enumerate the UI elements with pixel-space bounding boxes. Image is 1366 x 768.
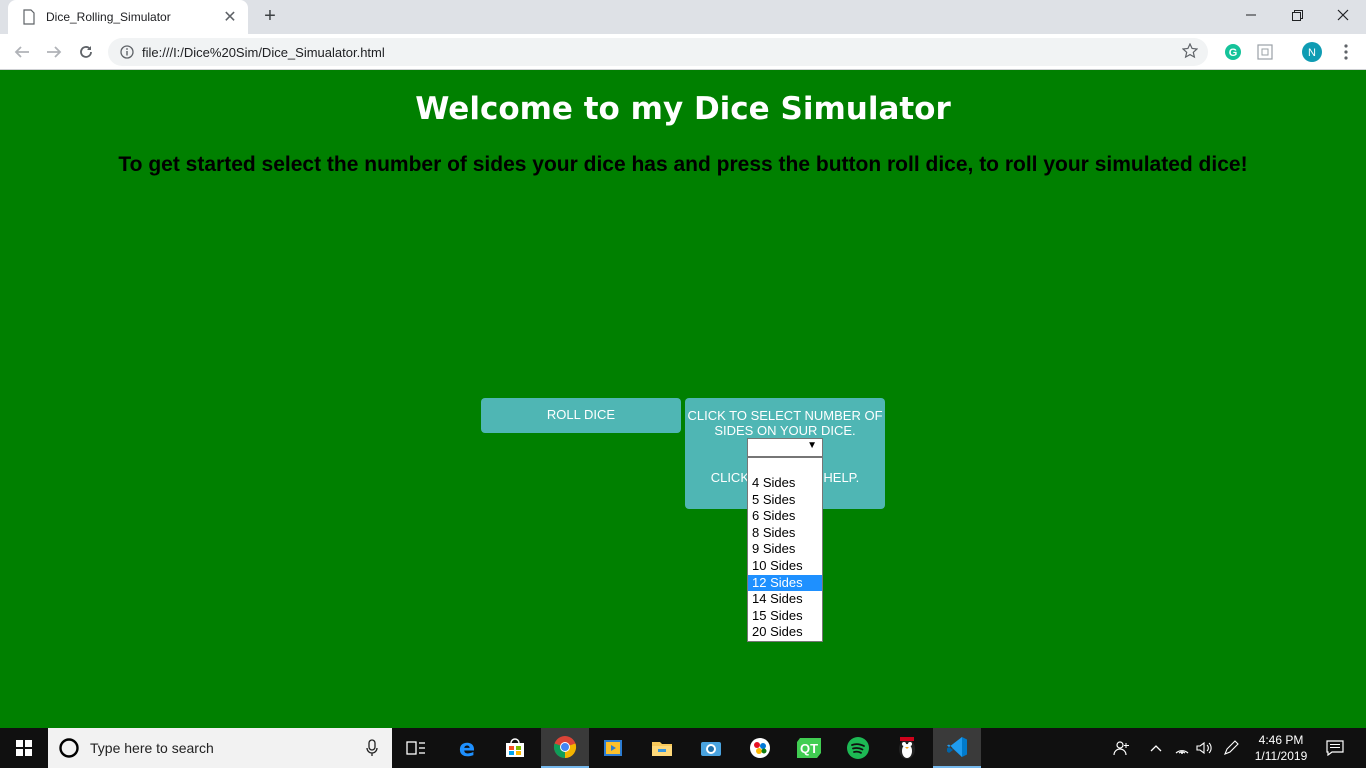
dropdown-option[interactable]: 8 Sides (748, 525, 822, 542)
svg-text:QT: QT (800, 741, 818, 756)
paint-3d-icon[interactable] (736, 728, 784, 768)
people-icon[interactable] (1110, 728, 1134, 768)
select-label: CLICK TO SELECT NUMBER OF SIDES ON YOUR … (687, 408, 883, 438)
task-view-icon[interactable] (392, 728, 440, 768)
reload-icon[interactable] (74, 40, 98, 64)
pen-workspace-icon[interactable] (1220, 728, 1242, 768)
extension-icon[interactable] (1255, 42, 1275, 62)
url-text: file:///I:/Dice%20Sim/Dice_Simualator.ht… (142, 44, 385, 60)
browser-tab[interactable]: Dice_Rolling_Simulator ✕ (8, 0, 248, 34)
dropdown-arrow-icon: ▼ (807, 440, 817, 451)
dropdown-option[interactable]: 4 Sides (748, 475, 822, 492)
page-title: Welcome to my Dice Simulator (415, 91, 951, 127)
vscode-icon[interactable] (933, 728, 981, 768)
dropdown-option[interactable]: 12 Sides (748, 574, 822, 592)
windows-start-icon[interactable] (0, 728, 48, 768)
dropdown-option[interactable]: 6 Sides (748, 508, 822, 525)
tab-strip: Dice_Rolling_Simulator ✕ + (0, 0, 1366, 34)
clock-time: 4:46 PM (1258, 733, 1304, 747)
svg-text:e: e (459, 737, 475, 759)
bookmark-star-icon[interactable] (1181, 42, 1199, 64)
document-icon (23, 9, 35, 25)
profile-avatar[interactable]: N (1302, 42, 1322, 62)
back-arrow-icon[interactable] (10, 40, 34, 64)
page-body: Welcome to my Dice Simulator To get star… (0, 71, 1366, 728)
roll-dice-button[interactable]: ROLL DICE (481, 398, 681, 433)
search-placeholder: Type here to search (90, 740, 214, 756)
store-icon[interactable] (491, 728, 539, 768)
show-hidden-icons-chevron-icon[interactable] (1146, 728, 1166, 768)
dropdown-option[interactable]: 14 Sides (748, 591, 822, 608)
address-bar[interactable]: file:///I:/Dice%20Sim/Dice_Simualator.ht… (108, 38, 1208, 66)
menu-dots-icon[interactable] (1336, 42, 1356, 62)
restore-icon[interactable] (1274, 0, 1320, 30)
close-tab-icon[interactable]: ✕ (222, 7, 238, 27)
clock-date: 1/11/2019 (1254, 749, 1308, 763)
new-tab-icon[interactable]: + (260, 6, 280, 26)
volume-icon[interactable] (1194, 728, 1216, 768)
dropdown-option[interactable]: 10 Sides (748, 558, 822, 575)
sides-dropdown[interactable]: ▼ (747, 438, 823, 457)
dropdown-option[interactable]: 20 Sides (748, 624, 822, 641)
forward-arrow-icon[interactable] (42, 40, 66, 64)
spotify-icon[interactable] (834, 728, 882, 768)
sides-dropdown-list[interactable]: 4 Sides 5 Sides 6 Sides 8 Sides 9 Sides 10 Si… (747, 457, 823, 642)
qt-creator-icon[interactable]: QT (785, 728, 833, 768)
file-explorer-icon[interactable] (638, 728, 686, 768)
tab-title: Dice_Rolling_Simulator (46, 10, 171, 24)
close-window-icon[interactable] (1320, 0, 1366, 30)
microphone-icon[interactable] (366, 739, 378, 757)
video-editor-icon[interactable] (589, 728, 637, 768)
page-subtitle: To get started select the number of side… (118, 153, 1248, 176)
grammarly-icon[interactable]: G (1223, 42, 1243, 62)
chrome-icon[interactable] (541, 728, 589, 768)
cortana-icon (59, 738, 79, 758)
info-icon[interactable] (120, 45, 134, 59)
taskbar: Type here to search e QT 4:46 PM 1/11/20… (0, 728, 1366, 768)
browser-toolbar: file:///I:/Dice%20Sim/Dice_Simualator.ht… (0, 34, 1366, 70)
action-center-icon[interactable] (1320, 728, 1350, 768)
dropdown-option[interactable]: 9 Sides (748, 541, 822, 558)
penguin-app-icon[interactable] (883, 728, 931, 768)
taskbar-search[interactable]: Type here to search (48, 728, 392, 768)
svg-text:G: G (1229, 47, 1238, 59)
edge-browser-icon[interactable]: e (443, 728, 491, 768)
svg-text:N: N (1308, 47, 1316, 59)
camera-app-icon[interactable] (687, 728, 735, 768)
taskbar-clock[interactable]: 4:46 PM 1/11/2019 (1246, 732, 1316, 764)
dropdown-option[interactable]: 5 Sides (748, 492, 822, 509)
dropdown-option[interactable]: 15 Sides (748, 608, 822, 625)
minimize-icon[interactable] (1228, 0, 1274, 30)
wifi-icon[interactable] (1172, 728, 1192, 768)
